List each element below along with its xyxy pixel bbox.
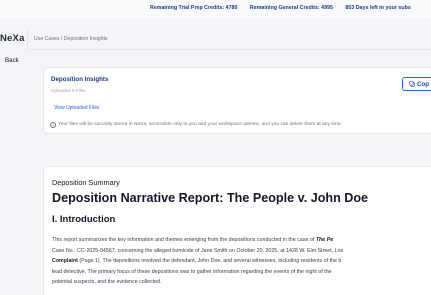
- uploaded-files-count: Uploaded 6 Files: [51, 88, 86, 93]
- case-name: The Pe: [315, 237, 334, 243]
- info-icon: i: [50, 122, 56, 128]
- body-line: This report summarizes the key informati…: [52, 235, 431, 246]
- section-heading: I. Introduction: [52, 214, 116, 225]
- summary-label: Deposition Summary: [52, 178, 120, 187]
- body-line: lead detective. The primary focus of the…: [52, 268, 332, 275]
- body-line: potential suspects, and the evidence col…: [52, 279, 162, 285]
- credits-summary: Remaining Trial Prep Credits: 4780 Remai…: [150, 5, 422, 11]
- insights-title: Deposition Insights: [51, 76, 109, 83]
- body-text: This report summarizes the key informati…: [52, 237, 316, 243]
- view-uploaded-files-link[interactable]: View Uploaded Files: [54, 105, 100, 111]
- general-credits: Remaining General Credits: 4995: [249, 5, 333, 11]
- report-title: Deposition Narrative Report: The People …: [52, 191, 369, 205]
- deposition-summary-card: Deposition Summary Deposition Narrative …: [43, 166, 431, 295]
- breadcrumb: Use Cases / Deposition Insights: [34, 36, 108, 42]
- body-line: Complaint (Page 1). The depositions invo…: [52, 256, 431, 267]
- body-text: (Page 1). The depositions involved the d…: [77, 258, 342, 264]
- subscription-days-left: 853 Days left in your subs: [345, 5, 411, 11]
- security-note: i Your files will be securely stored in N…: [50, 122, 342, 128]
- app-logo[interactable]: NeXa: [0, 33, 25, 44]
- complaint-reference: Complaint: [52, 258, 78, 264]
- copy-button[interactable]: Cop: [402, 77, 431, 91]
- copy-icon: [409, 81, 415, 87]
- security-note-text: Your files will be securely stored in Ne…: [58, 122, 342, 127]
- deposition-insights-card: Deposition Insights Uploaded 6 Files Vie…: [43, 67, 431, 134]
- back-button[interactable]: Back: [5, 57, 19, 64]
- copy-button-label: Cop: [417, 81, 430, 88]
- trial-prep-credits: Remaining Trial Prep Credits: 4780: [150, 5, 238, 11]
- breadcrumb-bar: Use Cases / Deposition Insights: [27, 28, 431, 50]
- report-body: This report summarizes the key informati…: [52, 235, 431, 288]
- body-line: Case No.: CC-2025-04567, concerning the …: [52, 247, 344, 254]
- top-credits-bar: Remaining Trial Prep Credits: 4780 Remai…: [0, 0, 431, 18]
